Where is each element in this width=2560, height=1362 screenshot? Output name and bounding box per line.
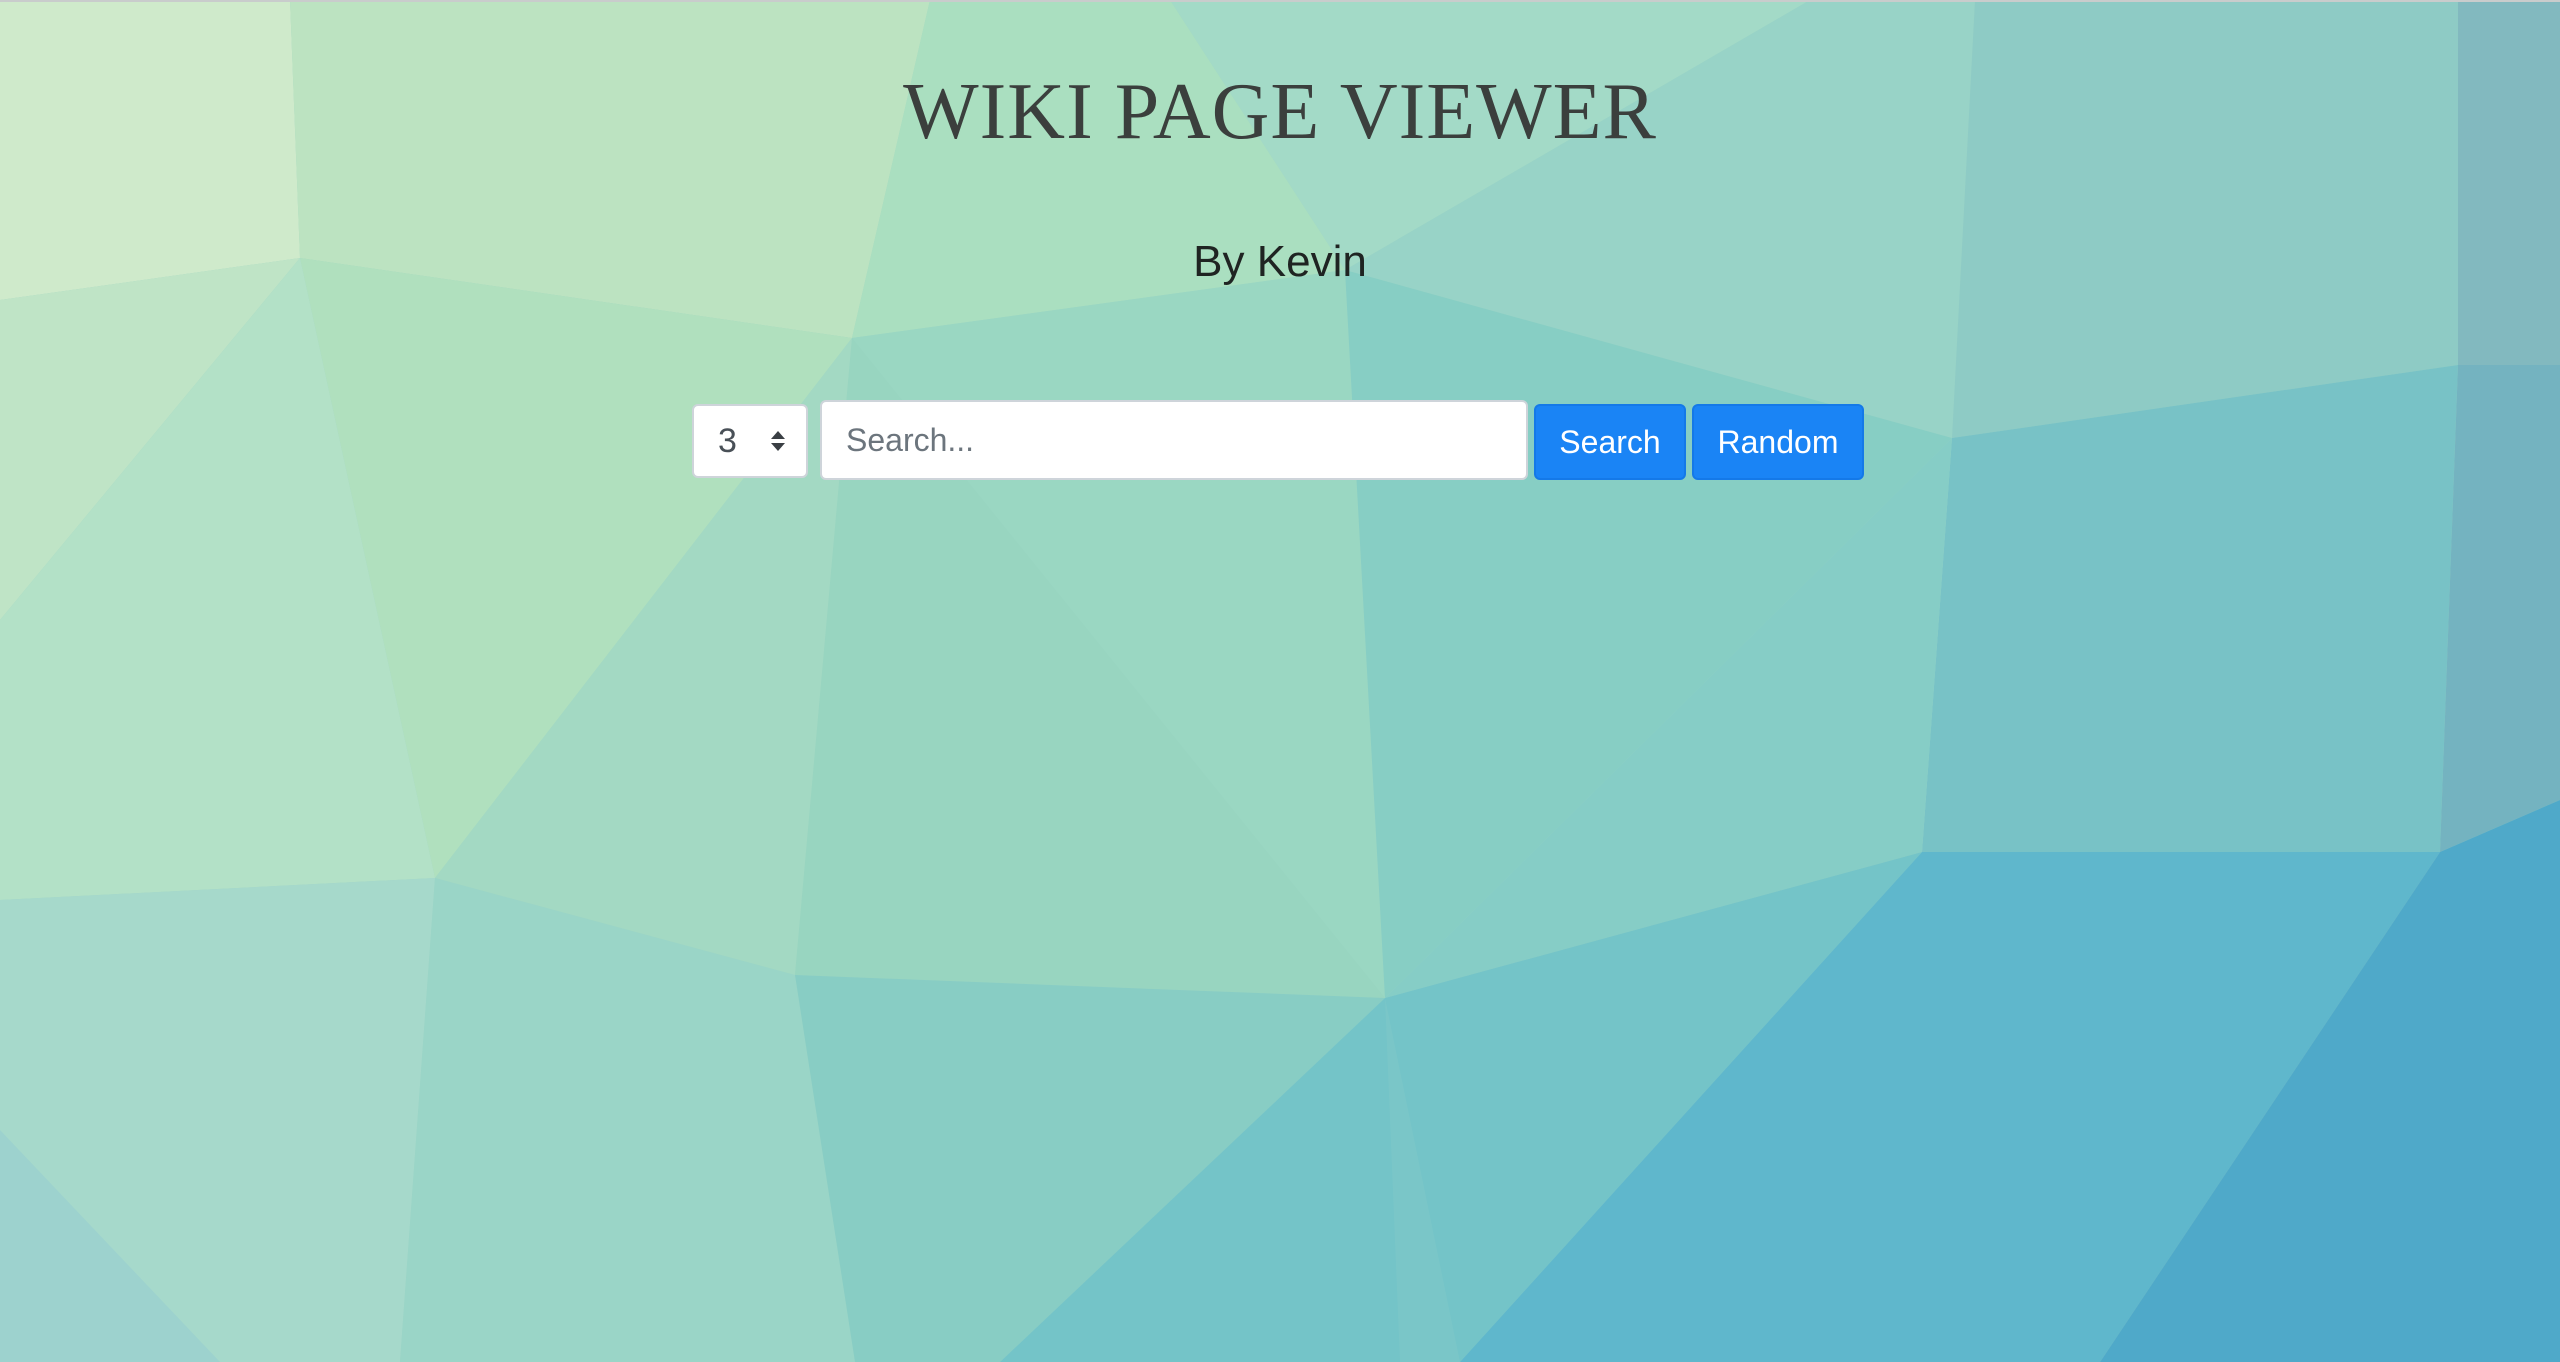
- page-title: WIKI PAGE VIEWER: [903, 68, 1657, 156]
- search-button[interactable]: Search: [1534, 404, 1686, 480]
- result-count-value: 3: [718, 422, 737, 460]
- select-arrows-icon: [771, 431, 785, 451]
- main-content: WIKI PAGE VIEWER By Kevin 3 Search Rando…: [0, 0, 2560, 1362]
- author-byline: By Kevin: [1193, 237, 1367, 286]
- random-button[interactable]: Random: [1692, 404, 1864, 480]
- search-input[interactable]: [820, 400, 1528, 480]
- result-count-select[interactable]: 3: [692, 404, 808, 478]
